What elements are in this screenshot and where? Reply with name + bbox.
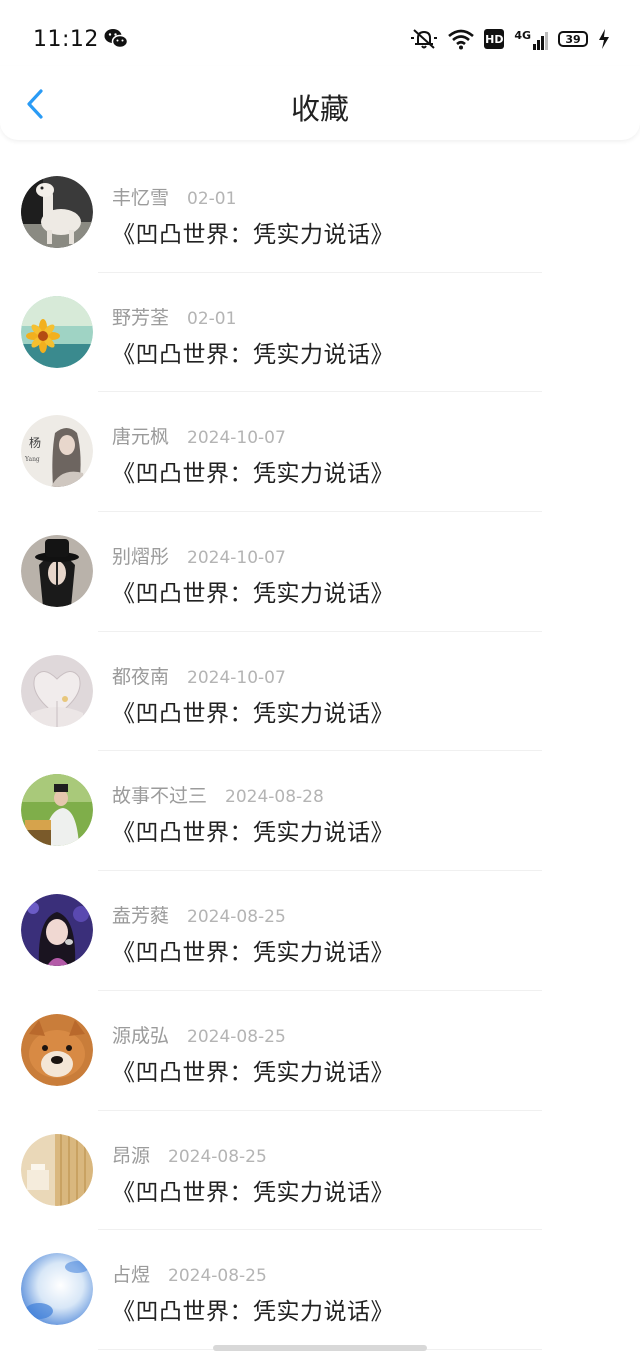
favorite-title[interactable]: 《凹凸世界：凭实力说话》 — [112, 813, 394, 847]
signal-indicator: 4G — [514, 28, 548, 50]
item-meta: 占煜 2024-08-25 — [112, 1260, 267, 1287]
home-indicator[interactable] — [213, 1345, 427, 1351]
item-meta: 都夜南 2024-10-07 — [112, 662, 286, 689]
item-date: 2024-10-07 — [187, 428, 286, 449]
user-name[interactable]: 丰忆雪 — [112, 183, 169, 210]
battery-level: 39 — [565, 32, 581, 46]
item-date: 2024-08-25 — [187, 1026, 286, 1047]
avatar — [21, 654, 93, 727]
list-item[interactable]: 别熠彤 2024-10-07 《凹凸世界：凭实力说话》 — [0, 512, 640, 632]
item-date: 02-01 — [187, 308, 237, 329]
avatar — [21, 1253, 93, 1326]
favorite-title[interactable]: 《凹凸世界：凭实力说话》 — [112, 335, 394, 369]
status-icons: HD 4G 39 — [410, 26, 610, 52]
user-name[interactable]: 源成弘 — [112, 1021, 169, 1048]
page-title: 收藏 — [290, 92, 349, 126]
status-time: 11:12 — [33, 27, 99, 52]
list-item[interactable]: 昂源 2024-08-25 《凹凸世界：凭实力说话》 — [0, 1111, 640, 1231]
hd-badge: HD — [484, 29, 505, 49]
wifi-icon — [448, 29, 475, 50]
wechat-icon — [104, 29, 128, 49]
item-date: 2024-08-25 — [187, 907, 286, 928]
item-date: 2024-08-28 — [225, 787, 324, 808]
favorite-title[interactable]: 《凹凸世界：凭实力说话》 — [112, 215, 394, 249]
avatar — [21, 535, 93, 608]
favorite-title[interactable]: 《凹凸世界：凭实力说话》 — [112, 1053, 394, 1087]
list-item[interactable]: 占煜 2024-08-25 《凹凸世界：凭实力说话》 — [0, 1230, 640, 1350]
favorite-title[interactable]: 《凹凸世界：凭实力说话》 — [112, 1292, 394, 1326]
avatar — [21, 1013, 93, 1086]
charging-icon — [599, 29, 609, 49]
user-name[interactable]: 昂源 — [112, 1141, 150, 1168]
favorite-title[interactable]: 《凹凸世界：凭实力说话》 — [112, 574, 394, 608]
avatar — [21, 894, 93, 967]
item-meta: 野芳荃 02-01 — [112, 303, 236, 330]
avatar — [21, 1133, 93, 1206]
user-name[interactable]: 唐元枫 — [112, 422, 169, 449]
screen: 11:12 HD 4G 39 收藏 丰忆雪 02-01 《凹凸世界：凭实力说话》… — [0, 0, 640, 1351]
item-meta: 丰忆雪 02-01 — [112, 183, 236, 210]
avatar — [21, 295, 93, 368]
list-item[interactable]: 野芳荃 02-01 《凹凸世界：凭实力说话》 — [0, 273, 640, 393]
favorite-title[interactable]: 《凹凸世界：凭实力说话》 — [112, 694, 394, 728]
favorite-title[interactable]: 《凹凸世界：凭实力说话》 — [112, 933, 394, 967]
user-name[interactable]: 别熠彤 — [112, 542, 169, 569]
avatar — [21, 774, 93, 847]
list-item[interactable]: 杨 Yang 唐元枫 2024-10-07 《凹凸世界：凭实力说话》 — [0, 392, 640, 512]
item-meta: 唐元枫 2024-10-07 — [112, 422, 286, 449]
user-name[interactable]: 占煜 — [112, 1260, 150, 1287]
favorite-title[interactable]: 《凹凸世界：凭实力说话》 — [112, 454, 394, 488]
nav-header: 收藏 — [0, 66, 640, 140]
item-date: 2024-08-25 — [168, 1146, 267, 1167]
user-name[interactable]: 野芳荃 — [112, 303, 169, 330]
list-item[interactable]: 源成弘 2024-08-25 《凹凸世界：凭实力说话》 — [0, 991, 640, 1111]
list-item[interactable]: 故事不过三 2024-08-28 《凹凸世界：凭实力说话》 — [0, 751, 640, 871]
list-item[interactable]: 丰忆雪 02-01 《凹凸世界：凭实力说话》 — [0, 153, 640, 273]
favorite-title[interactable]: 《凹凸世界：凭实力说话》 — [112, 1173, 394, 1207]
user-name[interactable]: 盍芳蕤 — [112, 901, 169, 928]
item-date: 2024-10-07 — [187, 667, 286, 688]
user-name[interactable]: 都夜南 — [112, 662, 169, 689]
item-date: 02-01 — [187, 189, 237, 209]
signal-bars-icon — [533, 30, 548, 50]
list-item[interactable]: 盍芳蕤 2024-08-25 《凹凸世界：凭实力说话》 — [0, 871, 640, 991]
item-meta: 盍芳蕤 2024-08-25 — [112, 901, 286, 928]
svg-text:Yang: Yang — [24, 456, 40, 463]
item-meta: 故事不过三 2024-08-28 — [112, 781, 324, 808]
list-item[interactable]: 都夜南 2024-10-07 《凹凸世界：凭实力说话》 — [0, 632, 640, 752]
favorites-list: 丰忆雪 02-01 《凹凸世界：凭实力说话》 野芳荃 02-01 《凹凸世界：凭… — [0, 153, 640, 1350]
item-meta: 昂源 2024-08-25 — [112, 1141, 267, 1168]
item-date: 2024-10-07 — [187, 548, 286, 569]
avatar: 杨 Yang — [21, 415, 93, 488]
user-name[interactable]: 故事不过三 — [112, 781, 207, 808]
item-meta: 别熠彤 2024-10-07 — [112, 542, 286, 569]
battery-icon: 39 — [558, 31, 588, 47]
item-date: 2024-08-25 — [168, 1266, 267, 1287]
item-meta: 源成弘 2024-08-25 — [112, 1021, 286, 1048]
avatar — [21, 176, 93, 248]
network-type: 4G — [514, 29, 531, 42]
svg-text:杨: 杨 — [29, 435, 41, 450]
bell-mute-icon — [411, 29, 438, 49]
